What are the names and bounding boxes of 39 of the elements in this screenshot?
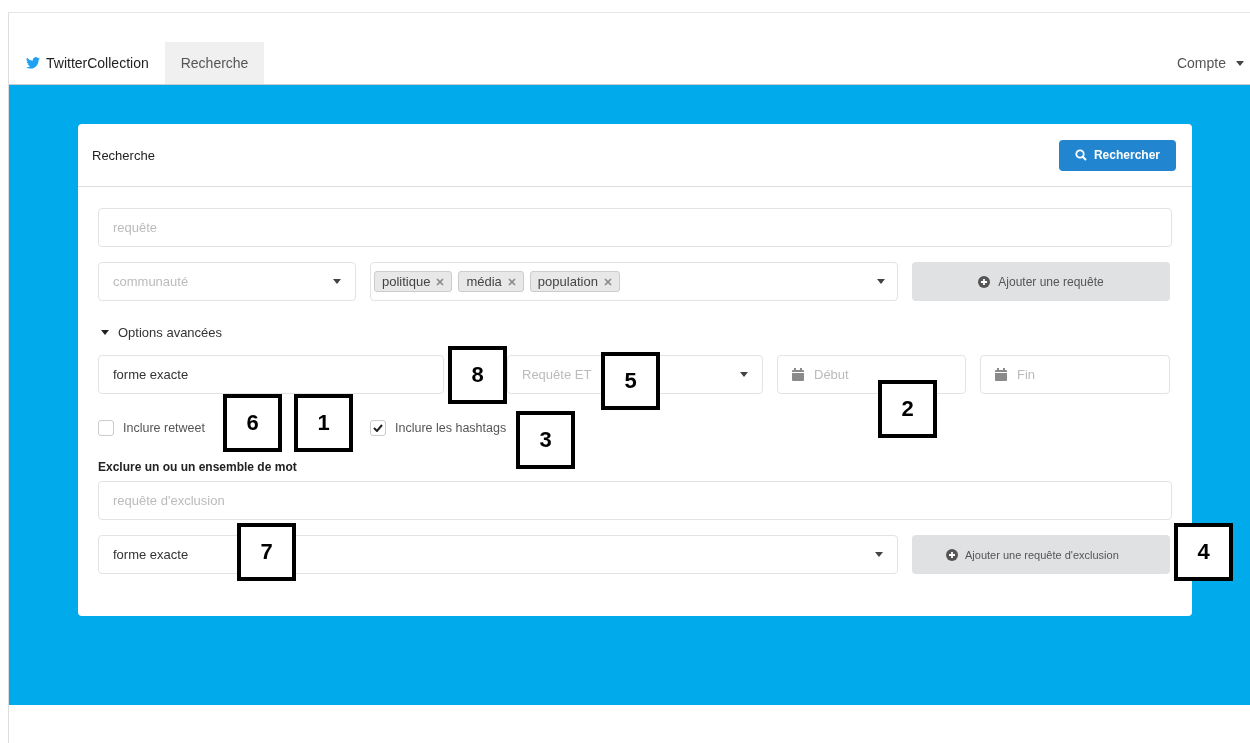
callout-label: 7: [237, 523, 296, 581]
nav-tab[interactable]: Recherche: [164, 42, 265, 84]
callout-label: 3: [516, 411, 575, 469]
tags-dropdown[interactable]: politique média population: [370, 262, 898, 301]
tag-chip[interactable]: population: [529, 271, 620, 292]
caret-icon: [740, 372, 748, 377]
checkbox[interactable]: Inclure retweet: [98, 420, 205, 436]
callout-label: 4: [1174, 523, 1233, 581]
callout-label: 8: [448, 346, 507, 404]
tag-chip[interactable]: politique: [374, 271, 453, 292]
exclude-heading: Exclure un ou un ensemble de mot: [98, 460, 298, 474]
caret-icon: [877, 279, 885, 284]
plus-circle-icon: [946, 548, 958, 561]
callout-label: 5: [601, 352, 660, 410]
advanced-options-toggle[interactable]: Options avancées: [101, 325, 1172, 340]
caret-icon: [1236, 60, 1244, 66]
callout-label: 6: [223, 394, 282, 452]
close-icon[interactable]: [603, 277, 612, 286]
calendar-icon: [995, 368, 1007, 381]
close-icon[interactable]: [436, 277, 445, 286]
card-title: Recherche: [92, 147, 155, 163]
match-mode-dropdown[interactable]: forme exacte: [98, 355, 444, 394]
bird-icon: [26, 57, 40, 69]
add-query-button[interactable]: Ajouter une requête: [912, 262, 1170, 301]
caret-icon: [333, 279, 341, 284]
caret-icon: [875, 552, 883, 557]
callout-label: 1: [294, 394, 353, 452]
search-button[interactable]: Rechercher: [1058, 139, 1176, 171]
checkmark-icon: [373, 424, 383, 432]
search-icon: [1074, 149, 1087, 161]
calendar-icon: [792, 368, 804, 381]
callout-label: 2: [878, 380, 937, 438]
add-exclusion-button[interactable]: Ajouter une requête d'exclusion: [912, 535, 1170, 574]
plus-circle-icon: [978, 275, 991, 288]
account-menu[interactable]: Compte: [1176, 42, 1250, 84]
brand-link[interactable]: TwitterCollection: [9, 42, 165, 84]
close-icon[interactable]: [507, 277, 516, 286]
tag-chip[interactable]: média: [458, 271, 524, 292]
checkbox[interactable]: Inclure les hashtags: [370, 420, 507, 436]
